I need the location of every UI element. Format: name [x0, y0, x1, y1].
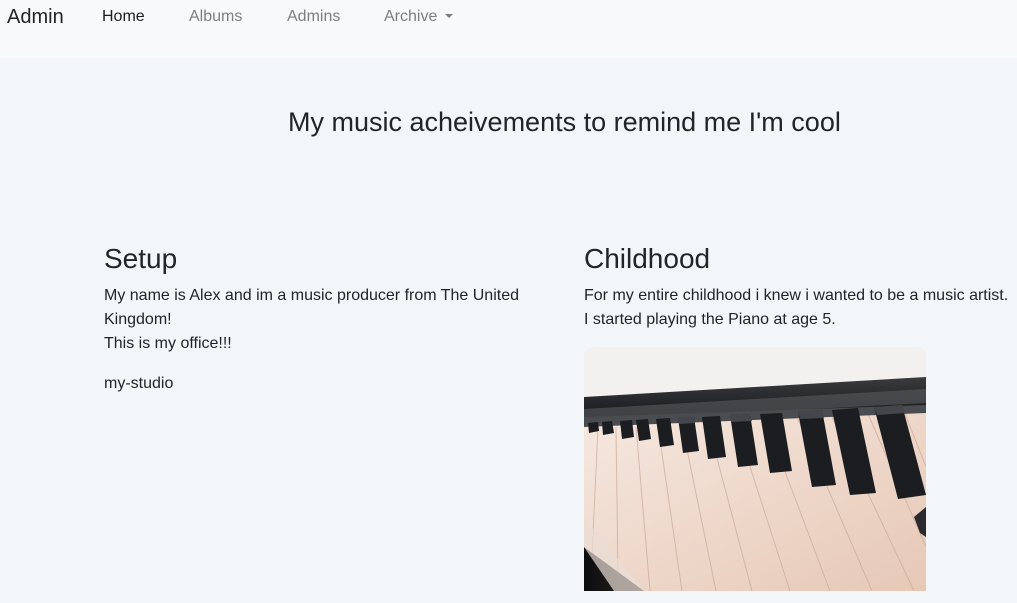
setup-text-line-1: My name is Alex and im a music producer … [104, 287, 519, 328]
nav-archive-dropdown[interactable]: Archive [384, 7, 454, 27]
chevron-down-icon [445, 14, 454, 18]
page-title: My music acheivements to remind me I'm c… [288, 107, 841, 137]
nav-archive-label: Archive [384, 8, 438, 25]
setup-text-line-2: This is my office!!! [104, 335, 232, 352]
setup-section: Setup My name is Alex and im a music pro… [104, 240, 544, 396]
childhood-heading: Childhood [584, 243, 711, 274]
childhood-text-line-1: For my entire childhood i knew i wanted … [584, 287, 1009, 304]
childhood-section: Childhood For my entire childhood i knew… [584, 240, 1017, 332]
top-navbar: Admin Home Albums Admins Archive [0, 0, 1017, 58]
nav-home-link[interactable]: Home [102, 7, 145, 27]
nav-admins-link[interactable]: Admins [287, 7, 340, 27]
setup-heading: Setup [104, 243, 178, 274]
childhood-text-line-2: I started playing the Piano at age 5. [584, 311, 836, 328]
nav-albums-link[interactable]: Albums [189, 7, 242, 27]
piano-image [584, 347, 926, 591]
studio-image-alt-text: my-studio [104, 375, 174, 392]
navbar-brand[interactable]: Admin [7, 5, 64, 29]
setup-text: My name is Alex and im a music producer … [104, 284, 544, 356]
childhood-text: For my entire childhood i knew i wanted … [584, 284, 1017, 332]
